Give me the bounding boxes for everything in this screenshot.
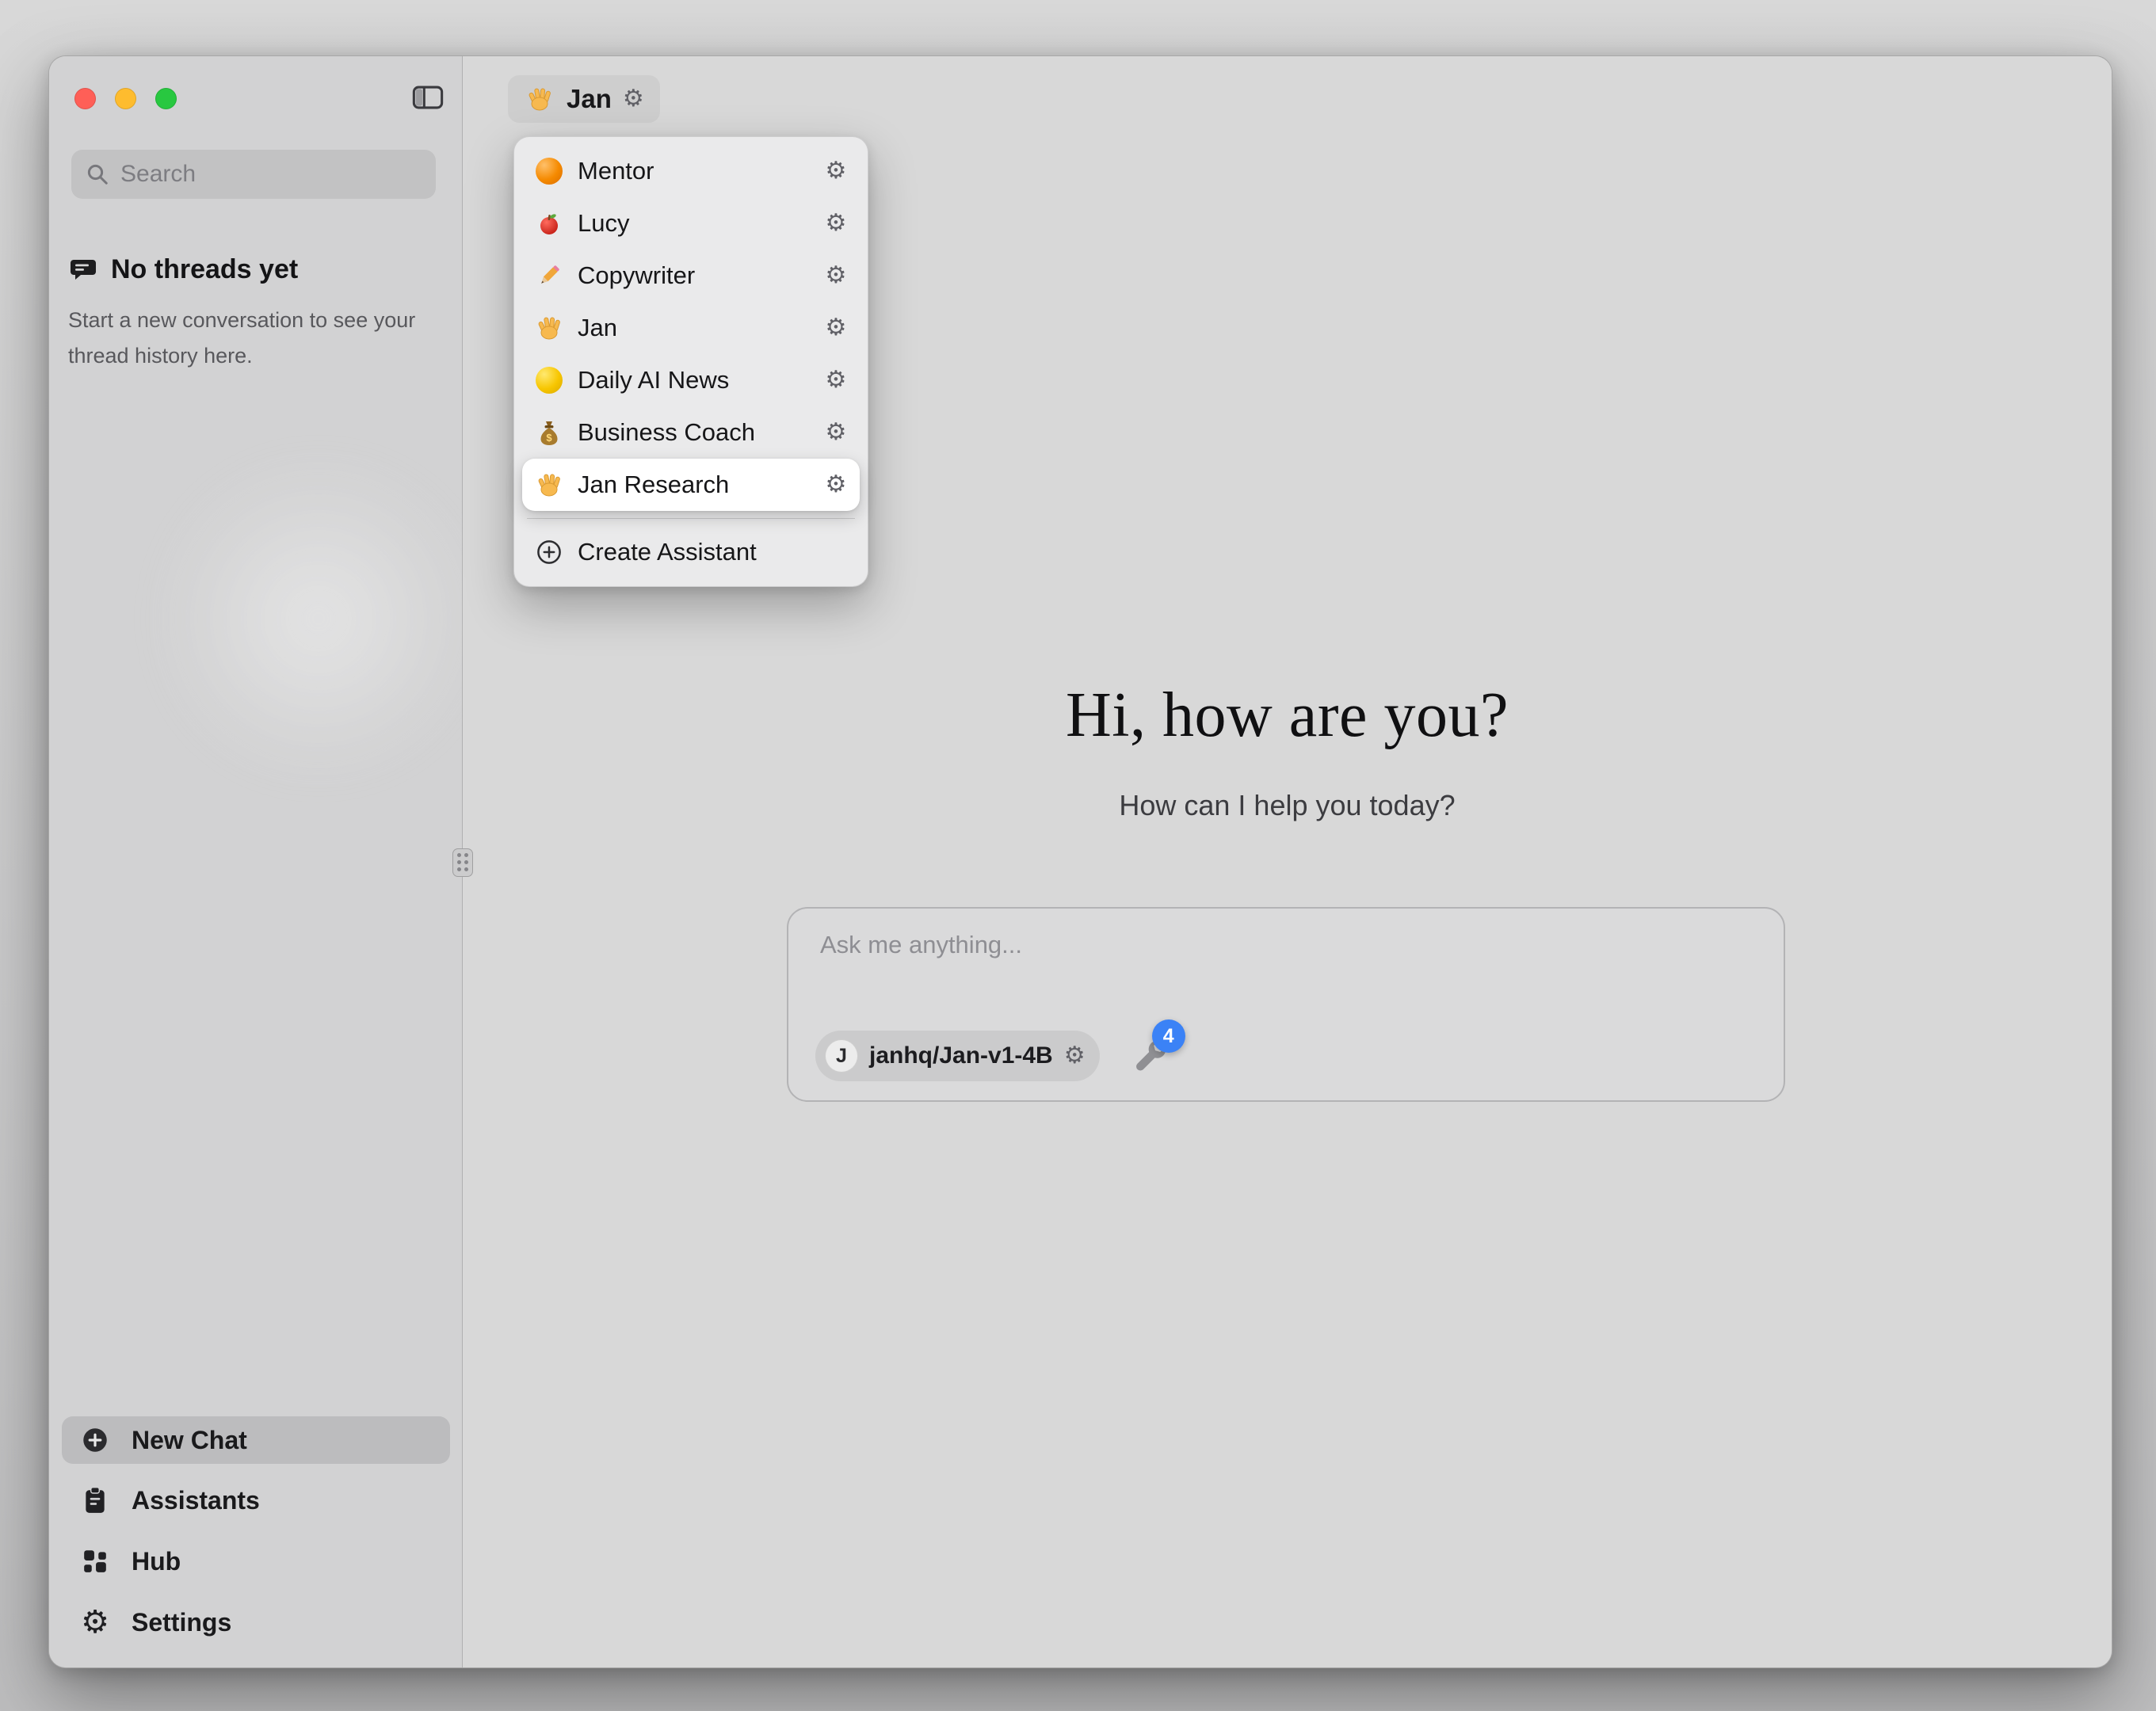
gear-icon: ⚙ — [826, 473, 847, 497]
apple-icon — [533, 208, 565, 239]
background-blob — [168, 468, 469, 769]
search-input[interactable] — [120, 161, 426, 188]
sidebar: No threads yet Start a new conversation … — [49, 56, 463, 1667]
svg-text:$: $ — [546, 432, 552, 444]
search-icon — [86, 162, 109, 186]
menu-item-settings-button[interactable]: ⚙ — [819, 363, 853, 398]
menu-item-label: Copywriter — [578, 261, 806, 290]
hub-icon — [79, 1545, 111, 1577]
search-box — [71, 150, 436, 199]
menu-item-settings-button[interactable]: ⚙ — [819, 206, 853, 241]
gear-icon: ⚙ — [826, 264, 847, 288]
menu-item-label: Daily AI News — [578, 366, 806, 394]
menu-item-create-assistant[interactable]: Create Assistant — [522, 526, 860, 578]
assistant-selector[interactable]: Jan ⚙ — [508, 75, 660, 123]
minimize-window-button[interactable] — [115, 88, 136, 109]
app-window: No threads yet Start a new conversation … — [48, 55, 2112, 1668]
model-settings-icon[interactable]: ⚙ — [1064, 1044, 1086, 1068]
sidebar-item-label: Assistants — [132, 1486, 260, 1515]
chat-input[interactable] — [820, 931, 1752, 994]
model-name: janhq/Jan-v1-4B — [869, 1042, 1053, 1069]
sidebar-toggle-icon — [412, 83, 444, 112]
composer-card: J janhq/Jan-v1-4B ⚙ 4 — [787, 907, 1785, 1102]
assistant-menu: Mentor ⚙ — [513, 136, 868, 587]
assistant-settings-icon[interactable]: ⚙ — [623, 87, 644, 111]
menu-item-settings-button[interactable]: ⚙ — [819, 415, 853, 450]
menu-separator — [527, 518, 855, 519]
sidebar-item-new-chat[interactable]: New Chat — [62, 1416, 450, 1464]
gear-icon: ⚙ — [826, 316, 847, 340]
settings-gear-icon: ⚙ — [79, 1606, 111, 1638]
menu-item-jan[interactable]: Jan ⚙ — [522, 302, 860, 354]
wave-icon — [533, 469, 565, 501]
menu-item-label: Create Assistant — [578, 538, 853, 566]
assistants-icon — [79, 1484, 111, 1516]
gear-icon: ⚙ — [826, 159, 847, 183]
money-bag-icon: $ — [533, 417, 565, 448]
sidebar-item-hub[interactable]: Hub — [62, 1538, 450, 1585]
traffic-lights — [74, 88, 177, 109]
pencil-icon — [533, 260, 565, 292]
sidebar-item-label: Settings — [132, 1608, 231, 1637]
sidebar-toggle-button[interactable] — [407, 77, 448, 118]
menu-item-settings-button[interactable]: ⚙ — [819, 467, 853, 502]
menu-item-label: Jan Research — [578, 471, 806, 499]
menu-item-label: Mentor — [578, 157, 806, 185]
assistant-selector-label: Jan — [567, 84, 612, 114]
greeting-title: Hi, how are you? — [463, 680, 2112, 752]
composer-toolbar: J janhq/Jan-v1-4B ⚙ 4 — [815, 1031, 1170, 1081]
plus-circle-icon — [79, 1424, 111, 1456]
menu-item-mentor[interactable]: Mentor ⚙ — [522, 145, 860, 197]
menu-item-jan-research[interactable]: Jan Research ⚙ — [522, 459, 860, 511]
zoom-window-button[interactable] — [155, 88, 177, 109]
wave-icon — [524, 83, 555, 115]
model-avatar: J — [825, 1039, 858, 1073]
close-window-button[interactable] — [74, 88, 96, 109]
sidebar-item-assistants[interactable]: Assistants — [62, 1477, 450, 1524]
sidebar-resize-handle[interactable] — [452, 848, 473, 877]
sidebar-item-label: New Chat — [132, 1426, 247, 1455]
chat-bubble-icon — [68, 256, 98, 284]
gear-icon: ⚙ — [826, 211, 847, 235]
model-selector[interactable]: J janhq/Jan-v1-4B ⚙ — [815, 1031, 1100, 1081]
sidebar-item-label: Hub — [132, 1547, 181, 1576]
menu-item-settings-button[interactable]: ⚙ — [819, 258, 853, 293]
tools-button[interactable]: 4 — [1131, 1037, 1170, 1075]
empty-state-description: Start a new conversation to see your thr… — [68, 303, 417, 374]
sidebar-item-settings[interactable]: ⚙ Settings — [62, 1599, 450, 1646]
menu-item-copywriter[interactable]: Copywriter ⚙ — [522, 250, 860, 302]
menu-item-lucy[interactable]: Lucy ⚙ — [522, 197, 860, 250]
threads-empty-state: No threads yet Start a new conversation … — [68, 254, 441, 374]
menu-item-daily-ai-news[interactable]: Daily AI News ⚙ — [522, 354, 860, 406]
menu-item-label: Lucy — [578, 209, 806, 238]
wave-icon — [533, 312, 565, 344]
menu-item-settings-button[interactable]: ⚙ — [819, 311, 853, 345]
menu-item-settings-button[interactable]: ⚙ — [819, 154, 853, 189]
yellow-circle-icon — [533, 364, 565, 396]
tools-count-badge: 4 — [1152, 1019, 1185, 1053]
greeting-subtitle: How can I help you today? — [463, 789, 2112, 822]
gear-icon: ⚙ — [826, 368, 847, 392]
menu-item-label: Business Coach — [578, 418, 806, 447]
gear-icon: ⚙ — [826, 421, 847, 444]
plus-circle-outline-icon — [533, 536, 565, 568]
empty-state-title: No threads yet — [111, 254, 298, 285]
menu-item-label: Jan — [578, 314, 806, 342]
orange-icon — [533, 155, 565, 187]
menu-item-business-coach[interactable]: $ Business Coach ⚙ — [522, 406, 860, 459]
main-area: Jan ⚙ Mentor ⚙ — [463, 56, 2112, 1667]
